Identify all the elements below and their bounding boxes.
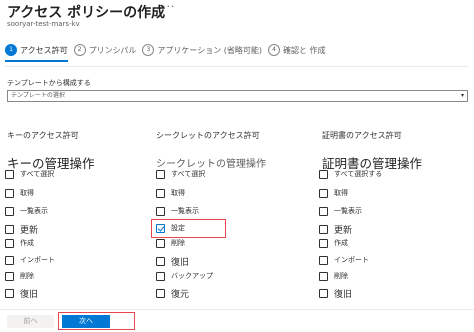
checkbox[interactable] bbox=[156, 257, 165, 266]
checkbox-label: すべて選択 bbox=[171, 170, 206, 178]
checkbox-label: 一覧表示 bbox=[20, 207, 48, 215]
secret-perm-get[interactable]: 取得 bbox=[156, 188, 185, 198]
checkbox-label: 削除 bbox=[20, 272, 34, 280]
checkbox[interactable] bbox=[156, 188, 165, 198]
secret-perm-backup[interactable]: バックアップ bbox=[156, 271, 213, 281]
checkbox-label: 作成 bbox=[20, 239, 34, 247]
checkbox[interactable] bbox=[156, 238, 165, 248]
checkbox[interactable] bbox=[319, 188, 328, 198]
checkbox-label: インポート bbox=[334, 256, 369, 264]
secret-management-operations-heading: シークレットの管理操作 bbox=[156, 159, 266, 170]
tab-label: プリンシパル bbox=[88, 45, 137, 55]
checkbox[interactable] bbox=[5, 206, 14, 216]
key-perm-get[interactable]: 取得 bbox=[5, 188, 34, 198]
footer-divider bbox=[0, 309, 474, 310]
checkbox[interactable] bbox=[156, 206, 165, 216]
previous-button[interactable]: 前へ bbox=[7, 315, 54, 328]
checkbox-label: 復旧 bbox=[20, 290, 39, 300]
checkbox-label: 作成 bbox=[334, 239, 348, 247]
checkbox[interactable] bbox=[5, 289, 14, 298]
key-permissions-heading: キーのアクセス許可 bbox=[7, 131, 79, 140]
key-perm-recover[interactable]: 復旧 bbox=[5, 287, 38, 300]
template-select[interactable]: テンプレートの選択 ▾ bbox=[7, 90, 468, 102]
checkbox[interactable] bbox=[156, 271, 165, 281]
secret-perm-recover[interactable]: 復旧 bbox=[156, 255, 189, 268]
page-title: アクセス ポリシーの作成 bbox=[7, 5, 166, 21]
create-access-policy-page: アクセス ポリシーの作成 ··· sooryar-test-mars-kv 1 … bbox=[0, 0, 474, 332]
checkbox[interactable] bbox=[156, 169, 165, 179]
checkbox-label: 復旧 bbox=[334, 290, 353, 300]
checkbox-label: 更新 bbox=[20, 226, 39, 236]
set-permission-highlight bbox=[151, 219, 226, 238]
checkbox[interactable] bbox=[5, 188, 14, 198]
certificate-perm-delete[interactable]: 削除 bbox=[319, 271, 348, 281]
secret-perm-restore[interactable]: 復元 bbox=[156, 287, 189, 300]
checkbox-label: 更新 bbox=[334, 226, 353, 236]
next-button-highlight bbox=[58, 312, 135, 330]
certificate-perm-update[interactable]: 更新 bbox=[319, 223, 352, 236]
tab-permissions[interactable]: 1 アクセス許可 bbox=[5, 44, 68, 62]
tab-application[interactable]: 3 アプリケーション (省略可能) bbox=[142, 44, 262, 56]
checkbox-label: 復旧 bbox=[171, 258, 190, 268]
checkbox-label: 一覧表示 bbox=[171, 207, 199, 215]
secret-perm-delete[interactable]: 削除 bbox=[156, 238, 185, 248]
checkbox-label: 復元 bbox=[171, 290, 190, 300]
key-perm-update[interactable]: 更新 bbox=[5, 223, 38, 236]
checkbox-label: インポート bbox=[20, 256, 55, 264]
checkbox[interactable] bbox=[319, 206, 328, 216]
certificate-perm-get[interactable]: 取得 bbox=[319, 188, 348, 198]
checkbox-label: すべて選択する bbox=[334, 170, 383, 178]
step-1-icon: 1 bbox=[5, 44, 17, 56]
certificate-perm-recover[interactable]: 復旧 bbox=[319, 287, 352, 300]
key-perm-create[interactable]: 作成 bbox=[5, 238, 34, 248]
more-options-icon[interactable]: ··· bbox=[162, 0, 176, 13]
tab-label: アクセス許可 bbox=[20, 45, 68, 55]
chevron-down-icon: ▾ bbox=[460, 92, 464, 99]
tab-label: 確認と 作成 bbox=[283, 45, 326, 55]
checkbox[interactable] bbox=[5, 271, 14, 281]
tab-label: アプリケーション (省略可能) bbox=[157, 45, 262, 55]
certificate-perm-create[interactable]: 作成 bbox=[319, 238, 348, 248]
secret-perm-list[interactable]: 一覧表示 bbox=[156, 206, 199, 216]
key-select-all[interactable]: すべて選択 bbox=[5, 169, 54, 179]
checkbox[interactable] bbox=[319, 289, 328, 298]
template-placeholder: テンプレートの選択 bbox=[11, 92, 65, 99]
checkbox-label: 取得 bbox=[334, 189, 348, 197]
key-perm-list[interactable]: 一覧表示 bbox=[5, 206, 48, 216]
tab-review-create[interactable]: 4 確認と 作成 bbox=[268, 44, 326, 56]
certificate-perm-import[interactable]: インポート bbox=[319, 255, 369, 265]
checkbox-label: 削除 bbox=[171, 239, 185, 247]
certificate-perm-list[interactable]: 一覧表示 bbox=[319, 206, 362, 216]
step-4-icon: 4 bbox=[268, 44, 280, 56]
tab-principal[interactable]: 2 プリンシパル bbox=[73, 44, 137, 56]
checkbox-label: 削除 bbox=[334, 272, 348, 280]
step-2-icon: 2 bbox=[73, 44, 86, 56]
checkbox-label: 取得 bbox=[171, 189, 185, 197]
checkbox-label: 一覧表示 bbox=[334, 207, 362, 215]
template-label: テンプレートから構成する bbox=[7, 79, 91, 87]
key-perm-delete[interactable]: 削除 bbox=[5, 271, 34, 281]
checkbox[interactable] bbox=[5, 169, 14, 179]
checkbox[interactable] bbox=[5, 255, 14, 265]
certificate-permissions-heading: 証明書のアクセス許可 bbox=[322, 131, 402, 140]
wizard-tabs: 1 アクセス許可 2 プリンシパル 3 アプリケーション (省略可能) 4 確認… bbox=[5, 40, 332, 62]
checkbox[interactable] bbox=[156, 289, 165, 298]
secret-select-all[interactable]: すべて選択 bbox=[156, 169, 205, 179]
checkbox-label: すべて選択 bbox=[20, 170, 55, 178]
checkbox[interactable] bbox=[319, 238, 328, 248]
tab-divider bbox=[5, 66, 469, 67]
checkbox[interactable] bbox=[319, 271, 328, 281]
secret-permissions-heading: シークレットのアクセス許可 bbox=[156, 131, 260, 140]
key-perm-import[interactable]: インポート bbox=[5, 255, 55, 265]
step-3-icon: 3 bbox=[142, 44, 155, 56]
checkbox-label: 取得 bbox=[20, 189, 34, 197]
checkbox[interactable] bbox=[319, 255, 328, 265]
checkbox[interactable] bbox=[5, 238, 14, 248]
checkbox[interactable] bbox=[319, 169, 328, 179]
checkbox-label: バックアップ bbox=[171, 272, 213, 280]
key-vault-name: sooryar-test-mars-kv bbox=[7, 20, 80, 28]
certificate-select-all[interactable]: すべて選択する bbox=[319, 169, 382, 179]
checkbox[interactable] bbox=[5, 225, 14, 234]
checkbox[interactable] bbox=[319, 225, 328, 234]
